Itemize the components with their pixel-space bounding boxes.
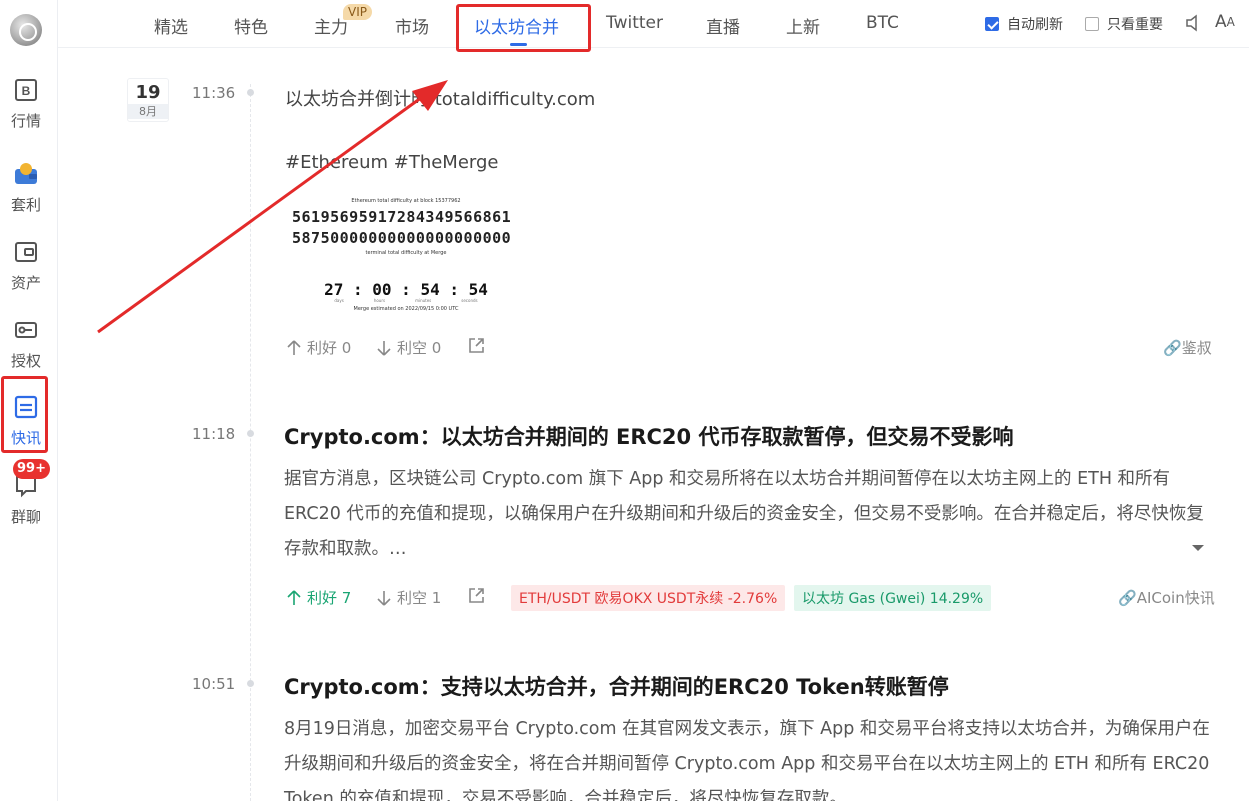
news-time: 11:36 xyxy=(192,84,236,102)
countdown-image[interactable]: Ethereum total difficulty at block 15377… xyxy=(286,194,526,316)
news-time: 11:18 xyxy=(192,425,236,443)
sidebar-item-assets[interactable]: 资产 xyxy=(0,240,52,300)
auto-refresh-toggle[interactable]: 自动刷新 xyxy=(985,14,1063,34)
news-body: 据官方消息，区块链公司 Crypto.com 旗下 App 和交易所将在以太坊合… xyxy=(284,469,1204,559)
sidebar-item-arbitrage[interactable]: 套利 xyxy=(0,162,52,222)
checkbox-checked-icon[interactable] xyxy=(985,17,999,31)
checkbox-unchecked-icon[interactable] xyxy=(1085,17,1099,31)
share-icon[interactable] xyxy=(468,587,485,604)
timeline-line xyxy=(250,84,251,801)
link-icon: 🔗 xyxy=(1163,339,1182,357)
link-icon: 🔗 xyxy=(1118,589,1137,607)
bullish-button[interactable]: 利好 0 xyxy=(287,337,351,358)
vip-badge: VIP xyxy=(343,4,372,20)
share-icon[interactable] xyxy=(468,337,485,354)
news-text-line: 以太坊合并倒计时 totaldifficulty.com xyxy=(285,89,596,110)
arrow-down-icon xyxy=(377,590,391,606)
countdown-timer: 27 : 00 : 54 : 54 xyxy=(324,280,488,299)
news-time: 10:51 xyxy=(192,675,236,693)
tab-live[interactable]: 直播 xyxy=(706,13,740,38)
bearish-count: 利空 1 xyxy=(397,589,442,607)
important-only-label: 只看重要 xyxy=(1107,17,1163,33)
image-caption: Merge estimated on 2022/09/15 0:00 UTC xyxy=(353,306,459,312)
market-b-icon: B xyxy=(14,78,38,102)
tab-special[interactable]: 特色 xyxy=(234,13,268,38)
sidebar-item-chat[interactable]: 群聊 xyxy=(0,474,52,534)
bearish-button[interactable]: 利空 0 xyxy=(377,337,441,358)
tab-twitter[interactable]: Twitter xyxy=(606,13,663,33)
date-month: 8月 xyxy=(128,104,168,119)
unread-badge: 99+ xyxy=(13,459,50,479)
countdown-units: days hours minutes seconds xyxy=(334,298,478,303)
image-caption: Ethereum total difficulty at block 15377… xyxy=(351,198,461,204)
image-caption: terminal total difficulty at Merge xyxy=(365,250,447,256)
asset-icon xyxy=(14,240,38,264)
tab-market[interactable]: 市场 xyxy=(395,13,429,38)
sidebar-item-label: 行情 xyxy=(10,112,41,130)
news-source[interactable]: 🔗AICoin快讯 xyxy=(1118,587,1215,608)
price-tag-eth-usdt[interactable]: ETH/USDT 欧易OKX USDT永续 -2.76% xyxy=(511,585,786,611)
date-day: 19 xyxy=(135,82,161,103)
app-logo-icon[interactable] xyxy=(10,14,42,46)
bullish-count: 利好 7 xyxy=(307,589,352,607)
total-difficulty-number: 56195695917284349566861 xyxy=(292,208,512,226)
timeline-dot xyxy=(247,430,254,437)
bullish-button[interactable]: 利好 7 xyxy=(287,587,351,608)
terminal-difficulty-number: 58750000000000000000000 xyxy=(292,229,512,247)
tab-featured[interactable]: 精选 xyxy=(154,13,188,38)
news-title[interactable]: Crypto.com：支持以太坊合并，合并期间的ERC20 Token转账暂停 xyxy=(284,671,949,701)
news-body: 8月19日消息，加密交易平台 Crypto.com 在其官网发文表示，旗下 Ap… xyxy=(284,719,1210,801)
sidebar-item-label: 套利 xyxy=(10,196,41,214)
font-size-icon[interactable]: AA xyxy=(1215,12,1235,32)
svg-text:B: B xyxy=(22,84,31,98)
app-window: B 行情 套利 资产 授权 快讯 群聊 99+ 精选 特色 主力 VIP 市场 … xyxy=(0,0,1249,801)
bearish-count: 利空 0 xyxy=(397,339,442,357)
news-title[interactable]: Crypto.com：以太坊合并期间的 ERC20 代币存取款暂停，但交易不受影… xyxy=(284,421,1013,451)
highlight-box-eth-merge-tab xyxy=(456,4,591,52)
tab-btc[interactable]: BTC xyxy=(866,13,899,33)
price-tag-eth-gas[interactable]: 以太坊 Gas (Gwei) 14.29% xyxy=(794,585,992,611)
news-hashtags: #Ethereum #TheMerge xyxy=(285,152,499,173)
arrow-down-icon xyxy=(377,340,391,356)
expand-chevron-icon[interactable] xyxy=(1192,545,1204,551)
sidebar-item-label: 授权 xyxy=(10,352,41,370)
highlight-box-news xyxy=(1,376,48,453)
news-source[interactable]: 🔗鉴叔 xyxy=(1163,337,1212,358)
sidebar-item-label: 资产 xyxy=(10,274,41,292)
left-sidebar: B 行情 套利 资产 授权 快讯 群聊 99+ xyxy=(0,0,58,801)
sidebar-item-market[interactable]: B 行情 xyxy=(0,78,52,138)
auto-refresh-label: 自动刷新 xyxy=(1007,17,1063,33)
bullish-count: 利好 0 xyxy=(307,339,352,357)
date-marker: 19 8月 xyxy=(127,78,169,122)
timeline-dot xyxy=(247,680,254,687)
timeline-dot xyxy=(247,89,254,96)
sidebar-item-label: 群聊 xyxy=(10,508,41,526)
bearish-button[interactable]: 利空 1 xyxy=(377,587,441,608)
arrow-up-icon xyxy=(287,589,301,605)
arrow-up-icon xyxy=(287,339,301,355)
top-tab-bar: 精选 特色 主力 VIP 市场 以太坊合并 Twitter 直播 上新 BTC … xyxy=(58,0,1249,48)
wallet-icon xyxy=(14,162,38,186)
tab-new-listing[interactable]: 上新 xyxy=(786,13,820,38)
key-icon xyxy=(14,318,38,342)
sound-icon[interactable] xyxy=(1185,14,1203,32)
sidebar-item-authorize[interactable]: 授权 xyxy=(0,318,52,378)
important-only-toggle[interactable]: 只看重要 xyxy=(1085,14,1163,34)
